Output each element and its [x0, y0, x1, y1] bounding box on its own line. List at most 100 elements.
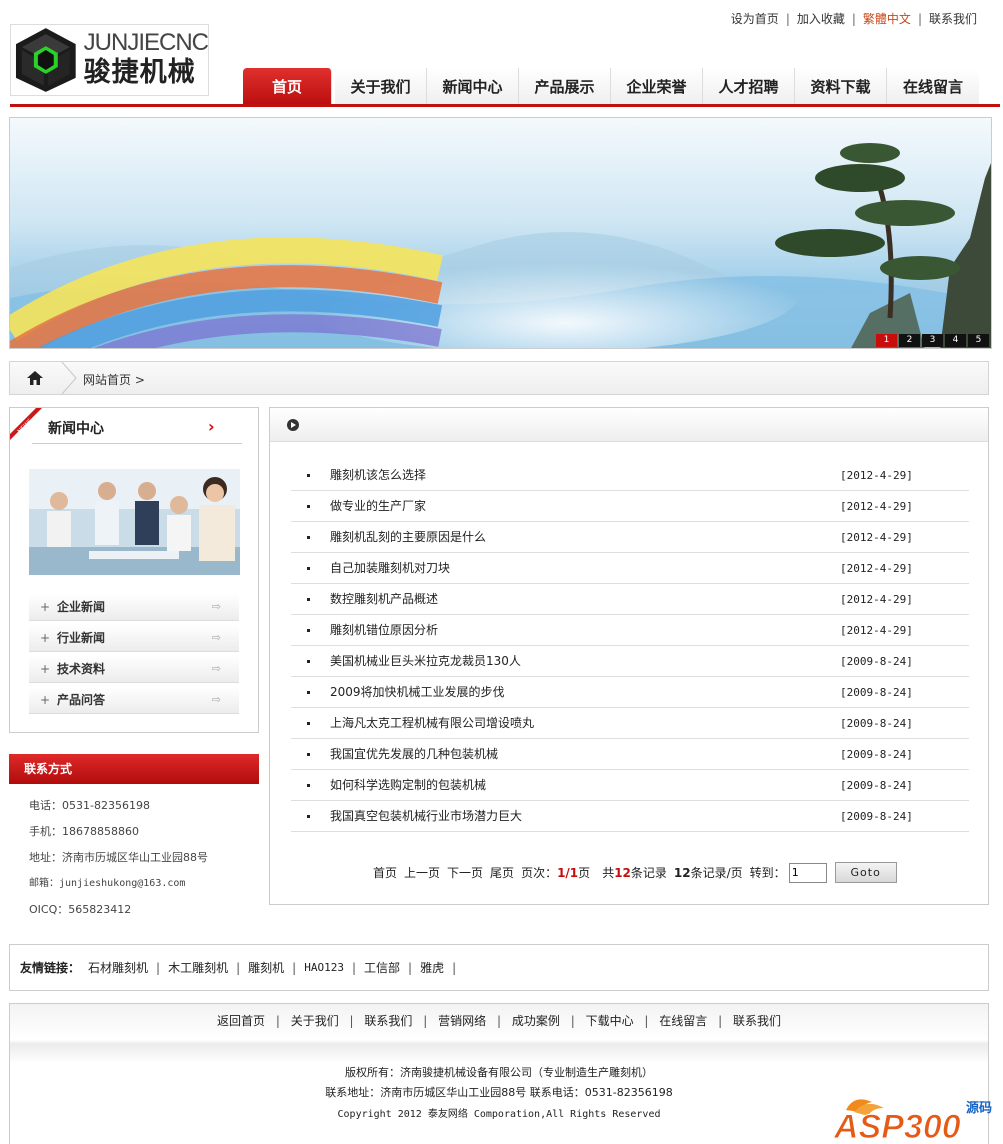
team-photo — [29, 469, 240, 575]
nav-item-news[interactable]: 新闻中心 — [427, 68, 519, 106]
banner-page-1[interactable]: 1 — [876, 334, 897, 347]
footer-link-contact-2[interactable]: 联系我们 — [733, 1014, 781, 1028]
news-title[interactable]: 数控雕刻机产品概述 — [330, 584, 438, 615]
news-title[interactable]: 做专业的生产厂家 — [330, 491, 426, 522]
nav-item-about[interactable]: 关于我们 — [335, 68, 427, 106]
goto-label: 转到： — [749, 866, 786, 880]
breadcrumb-home-link[interactable]: 网站首页 > — [83, 371, 145, 388]
news-title[interactable]: 雕刻机乱刻的主要原因是什么 — [330, 522, 486, 553]
news-title[interactable]: 自己加装雕刻机对刀块 — [330, 553, 450, 584]
footer-copyright: 版权所有：济南骏捷机械设备有限公司（专业制造生产雕刻机） — [345, 1066, 653, 1079]
prev-page-link[interactable]: 上一页 — [404, 864, 440, 881]
nav-item-downloads[interactable]: 资料下载 — [795, 68, 887, 106]
list-item[interactable]: 雕刻机乱刻的主要原因是什么 [2012-4-29] — [291, 522, 969, 553]
friend-link-stone[interactable]: 石材雕刻机 — [88, 959, 148, 976]
news-title[interactable]: 雕刻机该怎么选择 — [330, 460, 426, 491]
list-item[interactable]: 数控雕刻机产品概述 [2012-4-29] — [291, 584, 969, 615]
top-sep: | — [851, 11, 856, 26]
footer-link-cases[interactable]: 成功案例 — [512, 1014, 560, 1028]
list-item[interactable]: 2009将加快机械工业发展的步伐 [2009-8-24] — [291, 677, 969, 708]
banner-page-3[interactable]: 3 — [922, 334, 943, 347]
page-value: 1/1 — [557, 865, 579, 880]
list-item[interactable]: 上海凡太克工程机械有限公司增设喷丸 [2009-8-24] — [291, 708, 969, 739]
footer-link-download[interactable]: 下载中心 — [586, 1014, 634, 1028]
sidebar-item-label: 行业新闻 — [57, 631, 106, 645]
footer-link-network[interactable]: 营销网络 — [438, 1014, 486, 1028]
add-favorite-link[interactable]: 加入收藏 — [797, 10, 845, 27]
double-arrow-icon: ⇨ — [211, 693, 221, 706]
list-item[interactable]: 自己加装雕刻机对刀块 [2012-4-29] — [291, 553, 969, 584]
business-team-image — [29, 469, 240, 575]
bullet-icon — [307, 598, 310, 601]
news-date: [2009-8-24] — [840, 655, 913, 668]
news-title[interactable]: 雕刻机错位原因分析 — [330, 615, 438, 646]
sidebar-item-tech-docs[interactable]: + 技术资料 ⇨ — [29, 656, 239, 683]
banner-pager: 1 2 3 4 5 — [876, 334, 989, 347]
list-item[interactable]: 雕刻机错位原因分析 [2012-4-29] — [291, 615, 969, 646]
friend-link-engraver[interactable]: 雕刻机 — [248, 959, 284, 976]
list-item[interactable]: 雕刻机该怎么选择 [2012-4-29] — [291, 460, 969, 491]
nav-item-products[interactable]: 产品展示 — [519, 68, 611, 106]
news-date: [2012-4-29] — [840, 469, 913, 482]
friend-link-miit[interactable]: 工信部 — [364, 959, 400, 976]
footer-link-home[interactable]: 返回首页 — [217, 1014, 265, 1028]
footer-link-contact[interactable]: 联系我们 — [364, 1014, 412, 1028]
sidebar-item-company-news[interactable]: + 企业新闻 ⇨ — [29, 594, 239, 621]
friend-link-hao123[interactable]: HAO123 — [304, 961, 344, 974]
goto-button[interactable]: Goto — [834, 862, 897, 883]
news-title[interactable]: 如何科学选购定制的包装机械 — [330, 770, 486, 801]
contact-email: 邮箱：junjieshukong@163.com — [29, 878, 186, 889]
nav-item-messages[interactable]: 在线留言 — [887, 68, 979, 106]
list-item[interactable]: 做专业的生产厂家 [2012-4-29] — [291, 491, 969, 522]
cube-logo-icon — [15, 28, 76, 92]
traditional-chinese-link[interactable]: 繁體中文 — [863, 10, 911, 27]
sidebar-item-product-faq[interactable]: + 产品问答 ⇨ — [29, 687, 239, 714]
list-item[interactable]: 我国真空包装机械行业市场潜力巨大 [2009-8-24] — [291, 801, 969, 832]
news-title[interactable]: 美国机械业巨头米拉克龙裁员130人 — [330, 646, 521, 677]
news-list-header — [270, 408, 988, 442]
first-page-link[interactable]: 首页 — [373, 864, 397, 881]
news-list-panel: 雕刻机该怎么选择 [2012-4-29] 做专业的生产厂家 [2012-4-29] … — [269, 407, 989, 905]
contact-us-link[interactable]: 联系我们 — [929, 10, 977, 27]
bullet-icon — [307, 474, 310, 477]
hero-banner[interactable]: 1 2 3 4 5 — [9, 117, 992, 349]
sidebar-arrow-icon[interactable]: › — [208, 417, 215, 436]
banner-page-5[interactable]: 5 — [968, 334, 989, 347]
banner-page-4[interactable]: 4 — [945, 334, 966, 347]
news-date: [2012-4-29] — [840, 531, 913, 544]
footer-link-message[interactable]: 在线留言 — [659, 1014, 707, 1028]
friend-links-label: 友情链接： — [20, 961, 81, 975]
footer-link-about[interactable]: 关于我们 — [291, 1014, 339, 1028]
friend-sep: | — [156, 960, 161, 975]
set-homepage-link[interactable]: 设为首页 — [731, 10, 779, 27]
main-nav: 首页 关于我们 新闻中心 产品展示 企业荣誉 人才招聘 资料下载 在线留言 — [243, 68, 1001, 106]
site-logo[interactable]: JUNJIECNC 骏捷机械 — [10, 24, 209, 96]
top-sep: | — [785, 11, 790, 26]
goto-page-input[interactable] — [788, 862, 827, 883]
sidebar-menu: + 企业新闻 ⇨ + 行业新闻 ⇨ + 技术资料 ⇨ + 产品问答 ⇨ — [29, 594, 239, 718]
friend-sep: | — [351, 960, 356, 975]
last-page-link[interactable]: 尾页 — [490, 864, 514, 881]
nav-item-jobs[interactable]: 人才招聘 — [703, 68, 795, 106]
per-page-count: 12 — [673, 865, 691, 880]
home-icon[interactable] — [27, 371, 43, 385]
next-page-link[interactable]: 下一页 — [447, 864, 483, 881]
friend-link-wood[interactable]: 木工雕刻机 — [168, 959, 228, 976]
news-title[interactable]: 2009将加快机械工业发展的步伐 — [330, 677, 505, 708]
sidebar-news: NEWS 新闻中心 › + 企业新闻 ⇨ + 行业新闻 ⇨ + 技术资料 ⇨ +… — [9, 407, 259, 733]
sidebar-item-industry-news[interactable]: + 行业新闻 ⇨ — [29, 625, 239, 652]
total-count: 12 — [614, 865, 631, 880]
news-title[interactable]: 我国宜优先发展的几种包装机械 — [330, 739, 498, 770]
news-title[interactable]: 上海凡太克工程机械有限公司增设喷丸 — [330, 708, 534, 739]
nav-item-home[interactable]: 首页 — [243, 68, 332, 106]
friend-link-yahoo[interactable]: 雅虎 — [420, 959, 444, 976]
banner-page-2[interactable]: 2 — [899, 334, 920, 347]
friend-links: 友情链接： 石材雕刻机 | 木工雕刻机 | 雕刻机 | HAO123 | 工信部… — [9, 944, 989, 991]
list-item[interactable]: 如何科学选购定制的包装机械 [2009-8-24] — [291, 770, 969, 801]
news-title[interactable]: 我国真空包装机械行业市场潜力巨大 — [330, 801, 522, 832]
friend-sep: | — [236, 960, 241, 975]
nav-item-honors[interactable]: 企业荣誉 — [611, 68, 703, 106]
sidebar-title: 新闻中心 — [48, 421, 104, 437]
list-item[interactable]: 美国机械业巨头米拉克龙裁员130人 [2009-8-24] — [291, 646, 969, 677]
list-item[interactable]: 我国宜优先发展的几种包装机械 [2009-8-24] — [291, 739, 969, 770]
